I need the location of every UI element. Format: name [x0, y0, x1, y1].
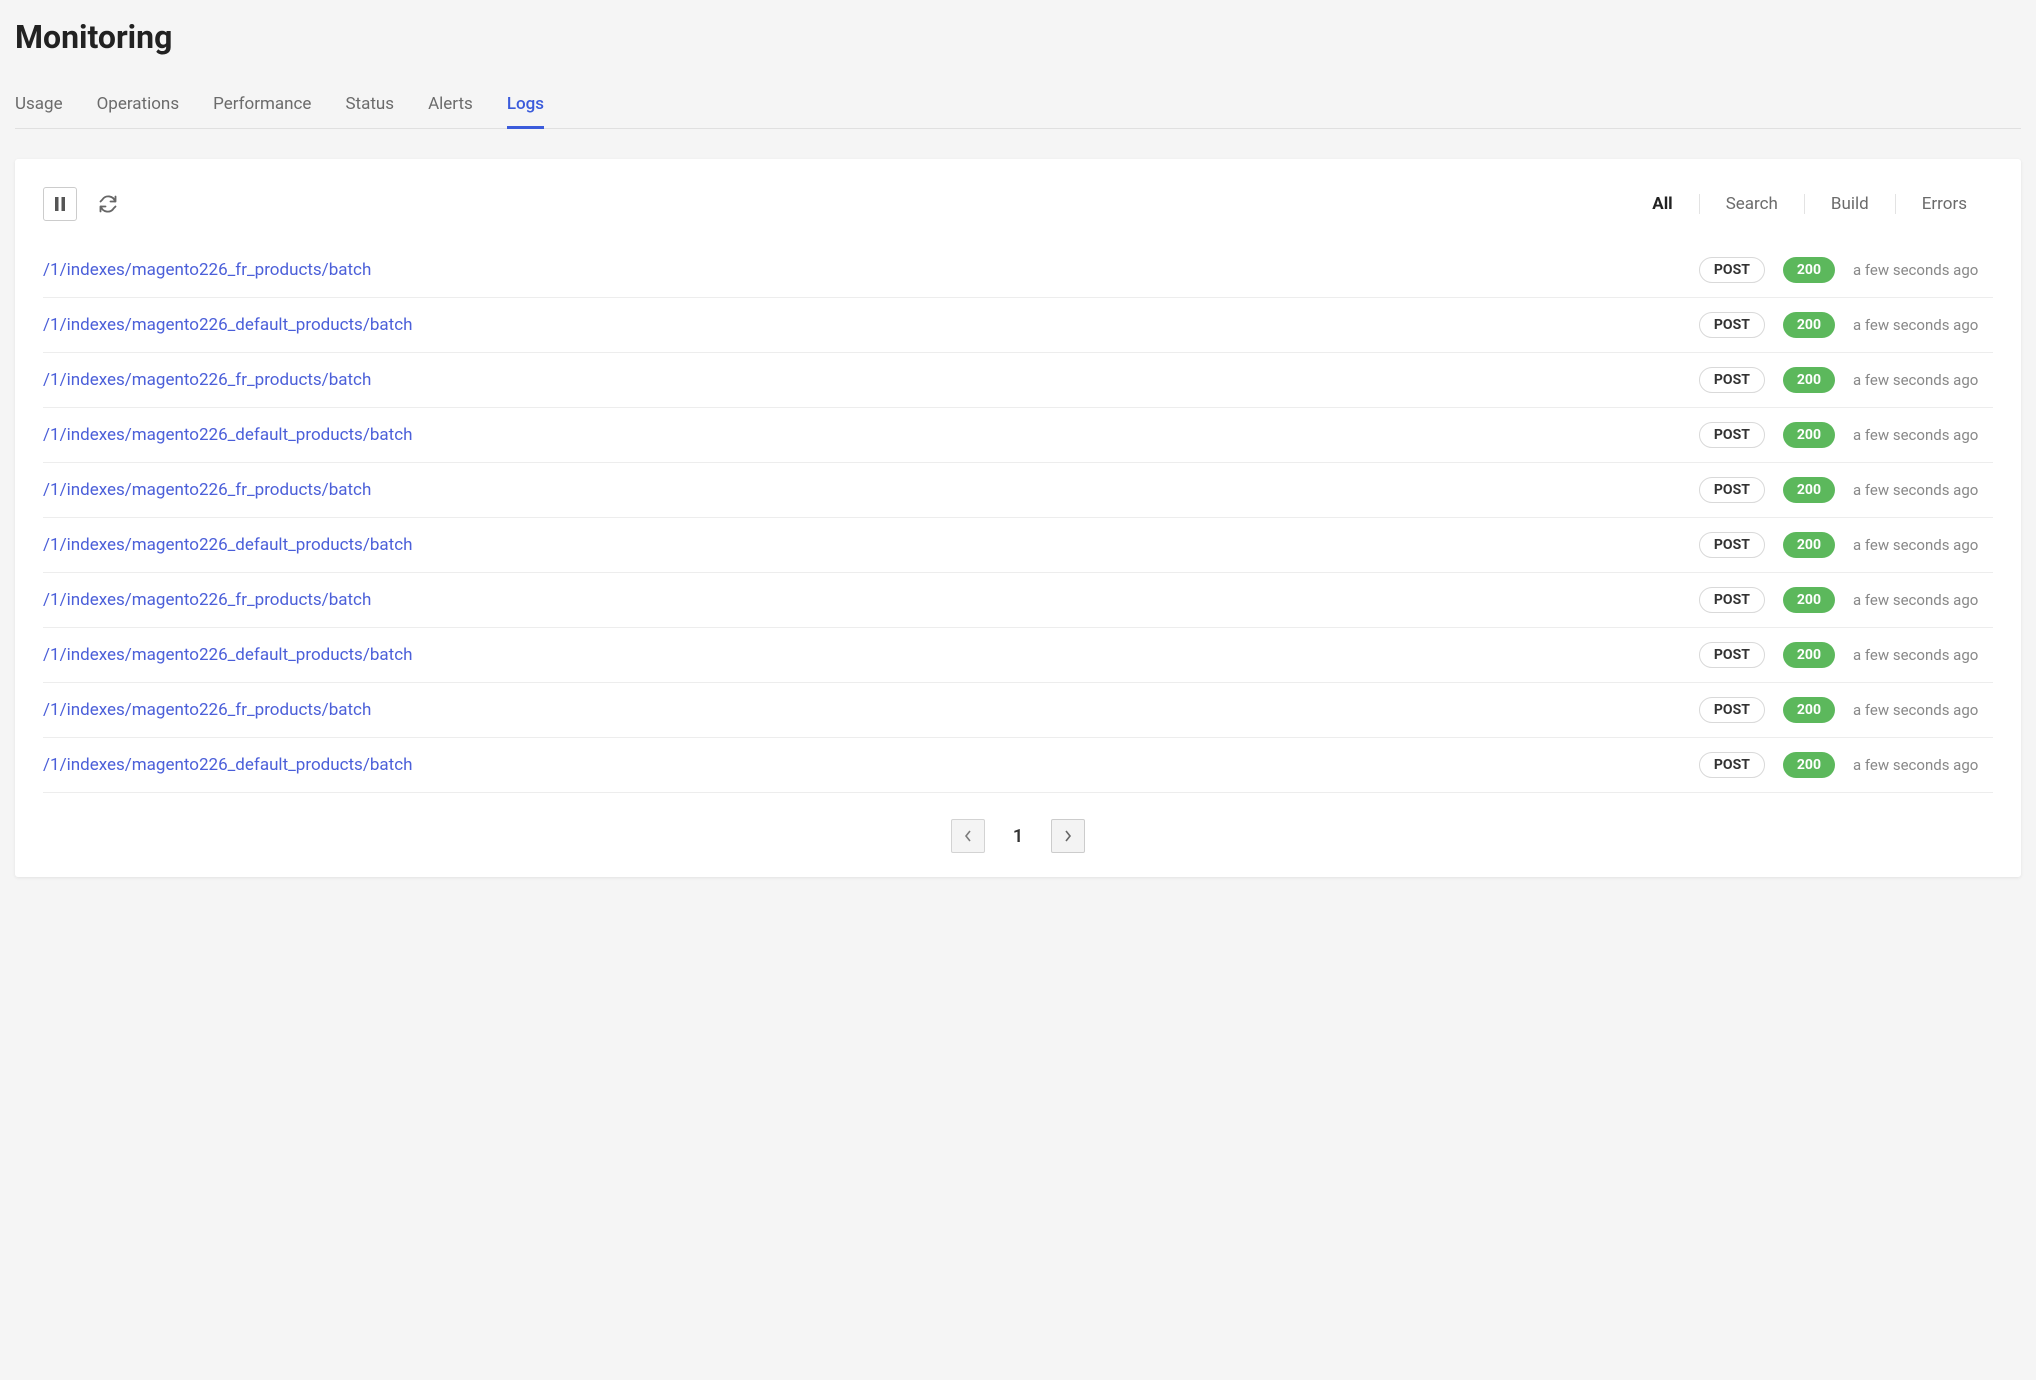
log-path-link[interactable]: /1/indexes/magento226_fr_products/batch [43, 260, 371, 280]
log-meta: POST 200 a few seconds ago [1699, 642, 1993, 668]
status-badge: 200 [1783, 312, 1835, 338]
log-path-link[interactable]: /1/indexes/magento226_fr_products/batch [43, 700, 371, 720]
tab-logs[interactable]: Logs [507, 86, 544, 129]
log-path-link[interactable]: /1/indexes/magento226_fr_products/batch [43, 590, 371, 610]
log-row: /1/indexes/magento226_default_products/b… [43, 298, 1993, 353]
log-row: /1/indexes/magento226_fr_products/batch … [43, 243, 1993, 298]
log-row: /1/indexes/magento226_fr_products/batch … [43, 463, 1993, 518]
log-path-link[interactable]: /1/indexes/magento226_fr_products/batch [43, 480, 371, 500]
log-path-link[interactable]: /1/indexes/magento226_default_products/b… [43, 755, 412, 775]
time-text: a few seconds ago [1853, 591, 1993, 609]
next-page-button[interactable] [1051, 819, 1085, 853]
filter-all[interactable]: All [1626, 194, 1698, 214]
status-badge: 200 [1783, 587, 1835, 613]
toolbar-left [43, 187, 125, 221]
tab-performance[interactable]: Performance [213, 86, 311, 129]
method-badge: POST [1699, 477, 1765, 503]
filter-build[interactable]: Build [1804, 194, 1895, 214]
method-badge: POST [1699, 367, 1765, 393]
status-badge: 200 [1783, 422, 1835, 448]
time-text: a few seconds ago [1853, 371, 1993, 389]
time-text: a few seconds ago [1853, 701, 1993, 719]
log-list: /1/indexes/magento226_fr_products/batch … [43, 243, 1993, 793]
status-badge: 200 [1783, 752, 1835, 778]
status-badge: 200 [1783, 532, 1835, 558]
filter-errors[interactable]: Errors [1895, 194, 1993, 214]
toolbar: All Search Build Errors [43, 187, 1993, 221]
log-meta: POST 200 a few seconds ago [1699, 752, 1993, 778]
time-text: a few seconds ago [1853, 481, 1993, 499]
log-meta: POST 200 a few seconds ago [1699, 422, 1993, 448]
tab-status[interactable]: Status [345, 86, 394, 129]
time-text: a few seconds ago [1853, 316, 1993, 334]
tab-usage[interactable]: Usage [15, 86, 63, 129]
time-text: a few seconds ago [1853, 756, 1993, 774]
status-badge: 200 [1783, 257, 1835, 283]
page-number: 1 [1013, 826, 1023, 847]
time-text: a few seconds ago [1853, 536, 1993, 554]
status-badge: 200 [1783, 367, 1835, 393]
status-badge: 200 [1783, 697, 1835, 723]
refresh-icon [98, 194, 118, 214]
tab-alerts[interactable]: Alerts [428, 86, 473, 129]
log-row: /1/indexes/magento226_fr_products/batch … [43, 683, 1993, 738]
log-path-link[interactable]: /1/indexes/magento226_default_products/b… [43, 425, 412, 445]
logs-panel: All Search Build Errors /1/indexes/magen… [15, 159, 2021, 877]
log-path-link[interactable]: /1/indexes/magento226_default_products/b… [43, 645, 412, 665]
method-badge: POST [1699, 422, 1765, 448]
chevron-right-icon [1064, 830, 1072, 842]
log-meta: POST 200 a few seconds ago [1699, 367, 1993, 393]
status-badge: 200 [1783, 642, 1835, 668]
method-badge: POST [1699, 697, 1765, 723]
status-badge: 200 [1783, 477, 1835, 503]
log-meta: POST 200 a few seconds ago [1699, 697, 1993, 723]
filter-search[interactable]: Search [1699, 194, 1804, 214]
log-meta: POST 200 a few seconds ago [1699, 587, 1993, 613]
prev-page-button[interactable] [951, 819, 985, 853]
log-meta: POST 200 a few seconds ago [1699, 312, 1993, 338]
log-row: /1/indexes/magento226_default_products/b… [43, 518, 1993, 573]
method-badge: POST [1699, 752, 1765, 778]
log-path-link[interactable]: /1/indexes/magento226_fr_products/batch [43, 370, 371, 390]
filters: All Search Build Errors [1626, 194, 1993, 214]
log-path-link[interactable]: /1/indexes/magento226_default_products/b… [43, 315, 412, 335]
log-meta: POST 200 a few seconds ago [1699, 532, 1993, 558]
log-row: /1/indexes/magento226_fr_products/batch … [43, 353, 1993, 408]
tab-operations[interactable]: Operations [97, 86, 180, 129]
pause-button[interactable] [43, 187, 77, 221]
time-text: a few seconds ago [1853, 646, 1993, 664]
method-badge: POST [1699, 257, 1765, 283]
method-badge: POST [1699, 642, 1765, 668]
log-row: /1/indexes/magento226_default_products/b… [43, 628, 1993, 683]
tabs-nav: Usage Operations Performance Status Aler… [15, 86, 2021, 129]
method-badge: POST [1699, 532, 1765, 558]
log-path-link[interactable]: /1/indexes/magento226_default_products/b… [43, 535, 412, 555]
method-badge: POST [1699, 312, 1765, 338]
refresh-button[interactable] [91, 187, 125, 221]
log-meta: POST 200 a few seconds ago [1699, 257, 1993, 283]
page-title: Monitoring [15, 18, 2021, 56]
method-badge: POST [1699, 587, 1765, 613]
log-row: /1/indexes/magento226_default_products/b… [43, 408, 1993, 463]
log-meta: POST 200 a few seconds ago [1699, 477, 1993, 503]
time-text: a few seconds ago [1853, 261, 1993, 279]
time-text: a few seconds ago [1853, 426, 1993, 444]
pagination: 1 [43, 819, 1993, 853]
log-row: /1/indexes/magento226_fr_products/batch … [43, 573, 1993, 628]
log-row: /1/indexes/magento226_default_products/b… [43, 738, 1993, 793]
pause-icon [54, 197, 66, 211]
chevron-left-icon [964, 830, 972, 842]
